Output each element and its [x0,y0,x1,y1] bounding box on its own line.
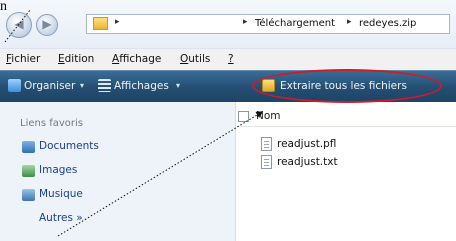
documents-icon [22,141,35,153]
forward-button[interactable]: ▶ [36,14,58,36]
select-all-checkbox[interactable] [238,111,249,122]
navigation-pane: Liens favoris Documents Images Musique A… [0,102,236,241]
views-dropdown-icon[interactable]: ▾ [176,81,180,90]
menu-affichage-rest: ffichage [119,53,162,65]
breadcrumb-item-telechargement[interactable]: Téléchargement [255,18,335,29]
favorite-item-label: Musique [39,188,83,200]
menu-edition[interactable]: Edition [58,53,94,65]
menu-outils[interactable]: Outils [180,53,210,65]
menu-fichier-rest: ichier [11,53,41,65]
folder-icon [93,17,108,30]
images-icon [22,165,35,177]
music-icon [22,189,35,201]
menu-help[interactable]: ? [228,53,234,65]
forward-arrow-icon: ▶ [42,17,52,31]
organize-dropdown-icon[interactable]: ▾ [80,81,84,90]
back-arrow-icon: ◀ [14,17,24,31]
menu-bar: Fichier Edition Affichage Outils ? [0,48,456,70]
column-header-name[interactable]: Nom [256,110,281,122]
address-area: ◀ ▶ ▸ ▸ Téléchargement ▸ redeyes.zip [0,0,456,48]
menu-help-mnemonic: ? [228,53,234,65]
breadcrumb-separator[interactable]: ▸ [115,17,120,27]
menu-edition-rest: dition [64,53,95,65]
corner-annotation-letter: n [0,0,7,14]
organize-button[interactable]: Organiser [24,80,75,92]
file-name: readjust.txt [277,156,338,168]
menu-fichier[interactable]: Fichier [6,53,40,65]
breadcrumb-item-redeyes-zip[interactable]: redeyes.zip [359,18,416,29]
explorer-window: ◀ ▶ ▸ ▸ Téléchargement ▸ redeyes.zip Fic… [0,0,456,241]
favorite-item-label: Autres » [39,212,83,224]
favorite-links-heading: Liens favoris [20,118,84,129]
file-icon [261,137,272,151]
favorite-item-label: Documents [39,140,99,152]
file-name: readjust.pfl [277,138,337,150]
views-icon [98,79,111,92]
file-icon [261,155,272,169]
organize-icon [8,79,21,92]
back-button[interactable]: ◀ [6,12,32,38]
file-list-pane: Nom readjust.pfl readjust.txt [236,102,456,241]
column-header-row: Nom [236,108,456,127]
views-button[interactable]: Affichages [114,80,169,92]
favorite-item-label: Images [39,164,78,176]
menu-outils-rest: utils [188,53,211,65]
menu-edition-mnemonic: E [58,53,65,65]
breadcrumb-separator[interactable]: ▸ [243,17,248,27]
menu-affichage[interactable]: Affichage [112,53,161,65]
address-bar[interactable]: ▸ ▸ Téléchargement ▸ redeyes.zip [86,14,450,34]
highlight-ellipse [252,69,442,103]
breadcrumb-separator[interactable]: ▸ [347,17,352,27]
